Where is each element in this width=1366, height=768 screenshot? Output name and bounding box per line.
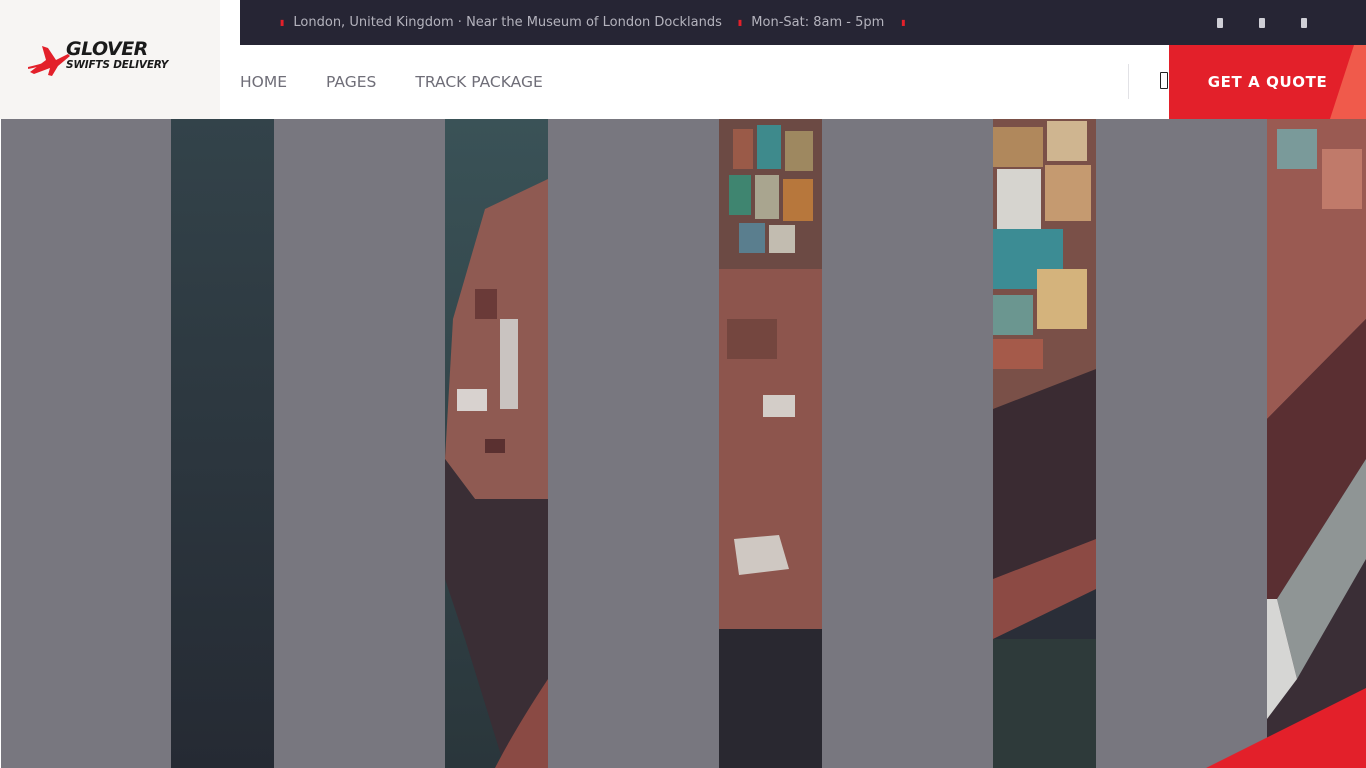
search-icon[interactable]: [1160, 72, 1168, 89]
brand-name: GLOVER: [66, 37, 148, 60]
brand-tagline: SWIFTS DELIVERY: [66, 58, 169, 71]
hero-image-stripe: [719, 119, 822, 768]
hero-image-stripe: [1267, 119, 1366, 768]
facebook-icon[interactable]: [1217, 17, 1223, 28]
hero-image-stripe: [445, 119, 548, 768]
nav-item-home[interactable]: HOME: [240, 73, 287, 91]
corner-accent-shape: [1206, 688, 1366, 768]
hero-image-stripe: [171, 119, 274, 768]
location-text: London, United Kingdom · Near the Museum…: [293, 15, 722, 30]
get-a-quote-label: GET A QUOTE: [1207, 73, 1328, 91]
map-pin-icon: ▮: [280, 18, 285, 27]
social-links: [1217, 0, 1307, 45]
nav-divider: [1128, 64, 1129, 99]
location-info: ▮ London, United Kingdom · Near the Muse…: [280, 15, 722, 30]
hero-image-stripe: [993, 119, 1096, 768]
top-info-bar: ▮ London, United Kingdom · Near the Muse…: [240, 0, 1366, 45]
plane-logo-icon: [28, 45, 70, 76]
nav-item-track-package[interactable]: TRACK PACKAGE: [415, 73, 542, 91]
hours-info: ▮ Mon-Sat: 8am - 5pm: [738, 15, 884, 30]
hours-text: Mon-Sat: 8am - 5pm: [751, 15, 885, 30]
main-nav: HOME PAGES TRACK PACKAGE: [240, 45, 1169, 119]
aerial-container-ship-photo: [171, 119, 274, 768]
get-a-quote-button[interactable]: GET A QUOTE: [1169, 45, 1366, 119]
instagram-icon[interactable]: [1301, 17, 1307, 28]
nav-item-pages[interactable]: PAGES: [326, 73, 376, 91]
logo-area[interactable]: GLOVER SWIFTS DELIVERY: [0, 0, 220, 119]
button-accent-shape: [1329, 45, 1366, 119]
brand-logo[interactable]: GLOVER SWIFTS DELIVERY: [28, 36, 192, 84]
phone-icon: ▮: [901, 18, 906, 27]
hero-slider: [0, 119, 1366, 768]
twitter-icon[interactable]: [1259, 17, 1265, 28]
clock-icon: ▮: [737, 18, 743, 27]
hero-edge: [0, 119, 1, 768]
